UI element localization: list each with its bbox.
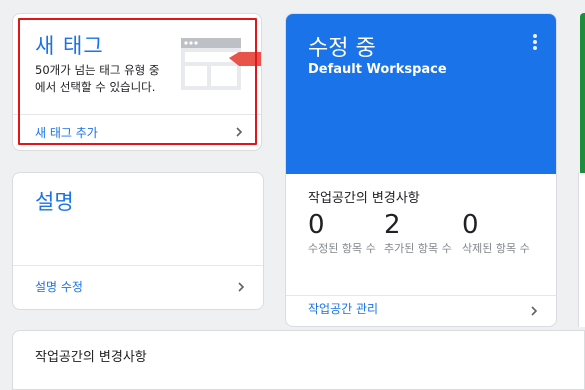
chevron-right-icon[interactable] <box>235 281 247 293</box>
stat-value: 0 <box>462 210 479 240</box>
description-card: 설명 설명 수정 <box>12 172 264 310</box>
stat-value: 0 <box>308 210 325 240</box>
stat-label: 추가된 항목 수 <box>384 242 452 255</box>
manage-workspace-link[interactable]: 작업공간 관리 <box>308 300 378 317</box>
added-count: 2 추가된 항목 수 <box>384 211 464 257</box>
new-tag-title: 새 태그 <box>35 34 104 58</box>
workspace-changes-card: 작업공간의 변경사항 <box>12 330 585 390</box>
chevron-right-icon[interactable] <box>233 126 245 138</box>
new-tag-footer[interactable]: 새 태그 추가 <box>13 114 261 150</box>
add-new-tag-link[interactable]: 새 태그 추가 <box>35 124 98 141</box>
workspace-name: Default Workspace <box>308 62 447 77</box>
workspace-status-title: 수정 중 <box>308 36 376 61</box>
description-title: 설명 <box>35 190 74 214</box>
stat-label: 삭제된 항목 수 <box>462 242 530 255</box>
description-footer[interactable]: 설명 수정 <box>13 265 263 309</box>
stat-value: 2 <box>384 210 401 240</box>
next-card-strip <box>580 13 585 173</box>
modified-count: 0 수정된 항목 수 <box>308 211 388 257</box>
workspace-card: 수정 중 Default Workspace 작업공간의 변경사항 0 수정된 … <box>285 13 557 327</box>
new-tag-description: 50개가 넘는 태그 유형 중에서 선택할 수 있습니다. <box>35 63 160 94</box>
deleted-count: 0 삭제된 항목 수 <box>462 211 542 257</box>
workspace-changes-heading: 작업공간의 변경사항 <box>35 350 147 365</box>
chevron-right-icon[interactable] <box>528 305 540 317</box>
new-tag-card[interactable]: 새 태그 50개가 넘는 태그 유형 중에서 선택할 수 있습니다. 새 태그 … <box>12 13 262 151</box>
next-card-edge <box>578 173 585 327</box>
workspace-changes-title: 작업공간의 변경사항 <box>308 191 420 206</box>
edit-description-link[interactable]: 설명 수정 <box>35 278 83 295</box>
stat-label: 수정된 항목 수 <box>308 242 376 255</box>
tag-illustration-icon <box>181 38 261 90</box>
more-options-icon[interactable] <box>532 34 538 52</box>
workspace-header: 수정 중 Default Workspace <box>286 14 556 174</box>
workspace-footer[interactable]: 작업공간 관리 <box>286 295 556 326</box>
